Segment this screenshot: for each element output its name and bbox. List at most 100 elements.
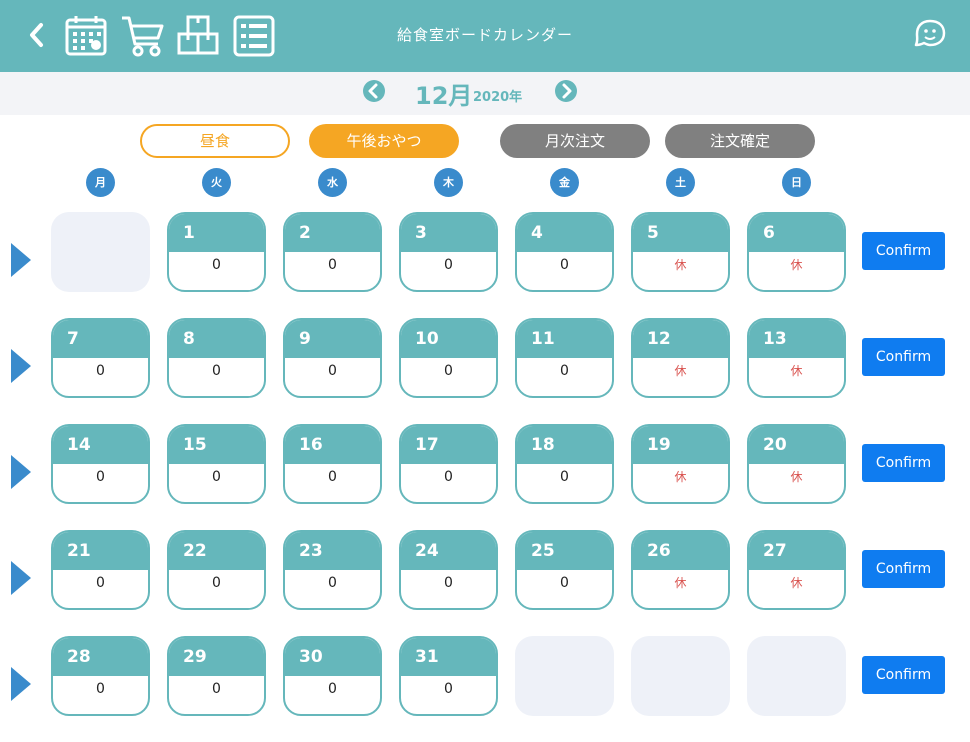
- day-number: 1: [183, 223, 195, 243]
- order-count: 0: [560, 469, 569, 485]
- day-cell[interactable]: 31 0: [399, 636, 498, 716]
- day-cell-header: 6: [749, 214, 844, 252]
- day-number: 28: [67, 647, 91, 667]
- top-bar: 給食室ボードカレンダー: [0, 0, 970, 72]
- week-expand-icon[interactable]: [10, 242, 32, 278]
- day-cell[interactable]: 30 0: [283, 636, 382, 716]
- day-cell[interactable]: 22 0: [167, 530, 266, 610]
- day-cell-header: 9: [285, 320, 380, 358]
- day-cell[interactable]: 19 休: [631, 424, 730, 504]
- holiday-mark: 休: [790, 576, 803, 590]
- next-month-icon[interactable]: [555, 80, 577, 102]
- day-cell-header: 19: [633, 426, 728, 464]
- day-cell[interactable]: 6休: [747, 212, 846, 292]
- day-cell-header: 8: [169, 320, 264, 358]
- day-number: 12: [647, 329, 671, 349]
- day-cell-header: 28: [53, 638, 148, 676]
- week-expand-icon[interactable]: [10, 666, 32, 702]
- day-cell[interactable]: 23 0: [283, 530, 382, 610]
- order-count: 0: [96, 469, 105, 485]
- order-count: 0: [96, 681, 105, 697]
- empty-day-cell: [747, 636, 846, 716]
- day-cell[interactable]: 11 0: [515, 318, 614, 398]
- order-count: 0: [328, 469, 337, 485]
- day-cell[interactable]: 29 0: [167, 636, 266, 716]
- day-cell-header: 1: [169, 214, 264, 252]
- day-number: 20: [763, 435, 787, 455]
- week-confirm-button[interactable]: Confirm: [862, 550, 945, 588]
- day-cell[interactable]: 70: [51, 318, 150, 398]
- prev-month-icon[interactable]: [363, 80, 385, 102]
- order-count: 0: [444, 681, 453, 697]
- day-cell[interactable]: 14 0: [51, 424, 150, 504]
- day-cell-header: 16: [285, 426, 380, 464]
- monthly-order-button[interactable]: 月次注文: [500, 124, 650, 158]
- day-cell[interactable]: 40: [515, 212, 614, 292]
- weekday-fri: 金: [550, 168, 579, 197]
- empty-day-cell: [51, 212, 150, 292]
- tab-afternoon-snack[interactable]: 午後おやつ: [309, 124, 459, 158]
- day-cell-header: 29: [169, 638, 264, 676]
- order-count: 0: [328, 363, 337, 379]
- day-number: 2: [299, 223, 311, 243]
- day-number: 26: [647, 541, 671, 561]
- holiday-mark: 休: [790, 364, 803, 378]
- day-cell-header: 23: [285, 532, 380, 570]
- day-number: 23: [299, 541, 323, 561]
- holiday-mark: 休: [674, 576, 687, 590]
- week-confirm-button[interactable]: Confirm: [862, 338, 945, 376]
- empty-day-cell: [515, 636, 614, 716]
- day-cell[interactable]: 21 0: [51, 530, 150, 610]
- day-cell[interactable]: 27 休: [747, 530, 846, 610]
- day-cell[interactable]: 90: [283, 318, 382, 398]
- tab-lunch[interactable]: 昼食: [140, 124, 290, 158]
- holiday-mark: 休: [674, 470, 687, 484]
- day-cell[interactable]: 17 0: [399, 424, 498, 504]
- day-cell-header: 10: [401, 320, 496, 358]
- week-confirm-button[interactable]: Confirm: [862, 656, 945, 694]
- day-number: 19: [647, 435, 671, 455]
- day-number: 10: [415, 329, 439, 349]
- day-cell[interactable]: 20: [283, 212, 382, 292]
- day-cell[interactable]: 30: [399, 212, 498, 292]
- holiday-mark: 休: [674, 364, 687, 378]
- day-cell[interactable]: 28 0: [51, 636, 150, 716]
- day-cell[interactable]: 25 0: [515, 530, 614, 610]
- day-number: 7: [67, 329, 79, 349]
- day-number: 17: [415, 435, 439, 455]
- day-number: 8: [183, 329, 195, 349]
- day-number: 22: [183, 541, 207, 561]
- day-cell[interactable]: 10: [167, 212, 266, 292]
- day-cell[interactable]: 18 0: [515, 424, 614, 504]
- day-cell[interactable]: 5休: [631, 212, 730, 292]
- month-label: 12月: [415, 82, 473, 110]
- holiday-mark: 休: [790, 470, 803, 484]
- weekday-sat: 土: [666, 168, 695, 197]
- day-cell-header: 5: [633, 214, 728, 252]
- day-cell[interactable]: 10 0: [399, 318, 498, 398]
- week-confirm-button[interactable]: Confirm: [862, 444, 945, 482]
- day-cell-header: 26: [633, 532, 728, 570]
- day-cell[interactable]: 26 休: [631, 530, 730, 610]
- order-confirm-button[interactable]: 注文確定: [665, 124, 815, 158]
- order-count: 0: [444, 575, 453, 591]
- day-cell[interactable]: 13 休: [747, 318, 846, 398]
- chat-icon[interactable]: [912, 18, 948, 52]
- day-cell[interactable]: 80: [167, 318, 266, 398]
- day-cell[interactable]: 24 0: [399, 530, 498, 610]
- day-cell[interactable]: 16 0: [283, 424, 382, 504]
- day-cell[interactable]: 12 休: [631, 318, 730, 398]
- day-cell[interactable]: 15 0: [167, 424, 266, 504]
- order-count: 0: [560, 257, 569, 273]
- day-number: 3: [415, 223, 427, 243]
- week-expand-icon[interactable]: [10, 560, 32, 596]
- day-cell-header: 30: [285, 638, 380, 676]
- day-cell[interactable]: 20 休: [747, 424, 846, 504]
- week-expand-icon[interactable]: [10, 454, 32, 490]
- week-confirm-button[interactable]: Confirm: [862, 232, 945, 270]
- order-count: 0: [96, 363, 105, 379]
- order-count: 0: [96, 575, 105, 591]
- day-number: 21: [67, 541, 91, 561]
- day-cell-header: 27: [749, 532, 844, 570]
- week-expand-icon[interactable]: [10, 348, 32, 384]
